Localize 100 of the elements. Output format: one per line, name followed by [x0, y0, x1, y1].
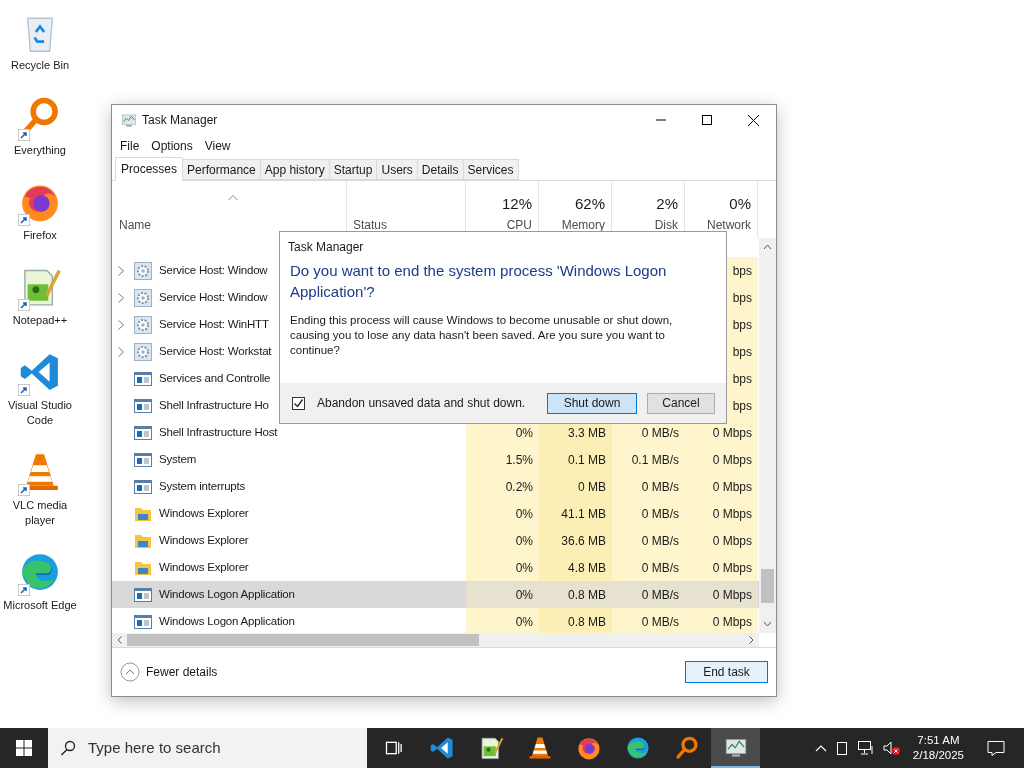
menu-item[interactable]: Options: [145, 136, 199, 155]
shortcut-arrow-icon: [18, 384, 30, 396]
gear-icon: [134, 342, 152, 361]
dialog-message: Ending this process will cause Windows to become unusable or shut down, causing you to lose any data hasn't been saved. Are you sure you want to continue?: [289, 313, 674, 358]
tab[interactable]: Startup: [329, 159, 378, 180]
clock-time[interactable]: 7:51 AM: [917, 733, 960, 748]
folder-icon: [134, 532, 152, 549]
taskbar-app-button[interactable]: [711, 728, 760, 768]
maximize-icon: [702, 115, 712, 125]
task-manager-icon: [120, 111, 138, 129]
process-row[interactable]: Windows Explorer 0% 4.8 MB 0 MB/s 0 Mbps: [112, 554, 759, 581]
table-cell-text: 0 MB/s: [641, 559, 679, 577]
table-cell-text: 0 Mbps: [712, 613, 752, 631]
expand-chevron-icon[interactable]: [118, 292, 124, 303]
menu-item[interactable]: View: [198, 136, 237, 155]
scroll-left-icon: [117, 636, 122, 644]
shortcut-arrow-icon: [18, 299, 30, 311]
horizontal-scrollbar[interactable]: [112, 633, 759, 647]
table-cell-text: 0.1 MB/s: [631, 451, 679, 469]
desktop-icon-label[interactable]: VLC media player: [0, 498, 80, 528]
table-cell-text: 0 MB/s: [641, 613, 679, 631]
expand-chevron-icon[interactable]: [118, 346, 124, 357]
abandon-checkbox[interactable]: [292, 396, 305, 410]
network-icon[interactable]: [856, 740, 875, 756]
window-icon: [134, 613, 152, 630]
table-cell-text: 0 MB/s: [641, 586, 679, 604]
shortcut-arrow-icon: [18, 484, 30, 496]
speaker-muted-icon[interactable]: [882, 740, 901, 756]
process-name: Shell Infrastructure Ho: [159, 397, 269, 413]
process-name: Service Host: WinHTT: [159, 316, 269, 332]
process-row[interactable]: System 1.5% 0.1 MB 0.1 MB/s 0 Mbps: [112, 446, 759, 473]
desktop-icon-label[interactable]: Recycle Bin: [10, 58, 70, 73]
desktop-icon-label[interactable]: Microsoft Edge: [3, 598, 77, 613]
column-header[interactable]: Network: [707, 216, 751, 234]
vertical-scrollbar[interactable]: [759, 238, 776, 633]
column-header[interactable]: Name: [119, 216, 346, 234]
desktop-icon-label[interactable]: Everything: [14, 143, 66, 158]
close-icon: [747, 114, 759, 126]
table-cell-text: bps: [732, 343, 752, 361]
column-header[interactable]: Disk: [654, 216, 678, 234]
checkbox-label[interactable]: Abandon unsaved data and shut down.: [317, 394, 526, 412]
table-cell-text: 0 MB: [578, 478, 606, 496]
tab[interactable]: Performance: [183, 159, 261, 180]
process-row[interactable]: Windows Logon Application 0% 0.8 MB 0 MB/s 0 Mbps: [112, 581, 759, 608]
windows-logo-icon: [16, 740, 32, 756]
table-cell-text: 0.8 MB: [568, 613, 606, 631]
end-task-button[interactable]: End task: [685, 661, 768, 683]
dialog-button[interactable]: Cancel: [647, 392, 715, 414]
shortcut-arrow-icon: [18, 129, 30, 141]
tab[interactable]: Processes: [115, 157, 184, 181]
traffic-cone-icon: [526, 735, 553, 761]
checkmark-icon: [293, 397, 304, 409]
sort-caret-icon: [227, 195, 238, 201]
scroll-thumb[interactable]: [127, 634, 479, 646]
tab[interactable]: Details: [417, 159, 464, 180]
usage-percent: 0%: [729, 195, 751, 213]
chevron-up-icon[interactable]: [814, 744, 827, 752]
desktop-icon-label[interactable]: Notepad++: [12, 313, 68, 328]
table-cell-text: bps: [732, 316, 752, 334]
column-header[interactable]: Memory: [561, 216, 605, 234]
window-icon: [134, 586, 152, 603]
process-name: Windows Explorer: [159, 559, 249, 575]
table-cell-text: 0 MB/s: [641, 478, 679, 496]
dialog-button[interactable]: Shut down: [547, 392, 637, 414]
expand-chevron-icon[interactable]: [118, 319, 124, 330]
column-header[interactable]: CPU: [506, 216, 532, 234]
table-cell-text: 3.3 MB: [568, 424, 606, 442]
tab[interactable]: Users: [377, 159, 418, 180]
fewer-details-link[interactable]: Fewer details: [146, 663, 218, 681]
process-row[interactable]: System interrupts 0.2% 0 MB 0 MB/s 0 Mbps: [112, 473, 759, 500]
tablet-icon[interactable]: [834, 741, 849, 755]
table-cell-text: 0 MB/s: [641, 532, 679, 550]
table-cell-text: 0 Mbps: [712, 478, 752, 496]
vscode-icon: [428, 735, 455, 761]
process-name: System interrupts: [159, 478, 246, 494]
window-icon: [134, 451, 152, 468]
expand-chevron-icon[interactable]: [118, 265, 124, 276]
tab[interactable]: Services: [463, 159, 519, 180]
desktop-icon-label[interactable]: Firefox: [23, 228, 57, 243]
collapse-circle-icon[interactable]: [120, 662, 140, 682]
menu-item[interactable]: File: [114, 136, 146, 155]
table-cell-text: 36.6 MB: [561, 532, 606, 550]
column-header[interactable]: Status: [353, 216, 465, 234]
process-name: Windows Logon Application: [159, 586, 295, 602]
scroll-down-icon: [763, 621, 772, 627]
process-row[interactable]: Windows Explorer 0% 36.6 MB 0 MB/s 0 Mbps: [112, 527, 759, 554]
table-cell-text: 0%: [515, 505, 533, 523]
desktop-icon-label[interactable]: Visual Studio Code: [0, 398, 80, 428]
process-row[interactable]: Windows Explorer 0% 41.1 MB 0 MB/s 0 Mbps: [112, 500, 759, 527]
table-cell-text: 0 Mbps: [712, 505, 752, 523]
usage-percent: 12%: [501, 195, 532, 213]
edge-icon: [624, 735, 651, 761]
shortcut-arrow-icon: [18, 214, 30, 226]
scroll-thumb[interactable]: [761, 569, 774, 603]
usage-percent: 2%: [656, 195, 678, 213]
tab[interactable]: App history: [260, 159, 330, 180]
search-box[interactable]: Type here to search: [48, 728, 367, 768]
table-cell-text: 1.5%: [505, 451, 533, 469]
table-cell-text: 0 Mbps: [712, 451, 752, 469]
clock-date[interactable]: 2/18/2025: [912, 748, 964, 763]
